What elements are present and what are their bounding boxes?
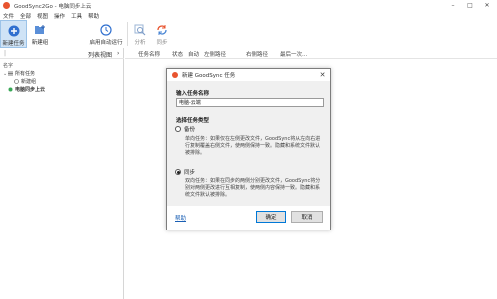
- sync-radio-circle[interactable]: [175, 169, 181, 175]
- analyze-magnifier-icon: [134, 23, 147, 36]
- sync-radio[interactable]: 同步: [175, 168, 195, 176]
- col-last-run[interactable]: 最后一次...: [280, 50, 307, 58]
- menu-help[interactable]: 帮助: [88, 12, 99, 20]
- menu-bar: 文件 全部 视图 操作 工具 帮助: [0, 11, 497, 20]
- sync-arrows-icon: [156, 23, 169, 36]
- tab-divider: |: [4, 50, 7, 57]
- backup-radio[interactable]: 备份: [175, 125, 195, 133]
- backup-radio-label: 备份: [184, 127, 196, 133]
- job-tree-panel: | 列表视图 › 名字 ⌄ 所有任务 新建组 电脑同步上云: [0, 48, 124, 299]
- menu-view[interactable]: 视图: [37, 12, 48, 20]
- sync-button[interactable]: 同步: [152, 20, 172, 48]
- job-type-label: 选择任务类型: [176, 118, 210, 124]
- menu-file[interactable]: 文件: [3, 12, 14, 20]
- sync-description: 双向任务：如果在同步的两侧分别更改文件，GoodSync将分别对两侧更改进行互相…: [185, 178, 321, 198]
- goodsync-logo-icon: [3, 2, 10, 9]
- close-button[interactable]: ✕: [480, 0, 494, 11]
- col-right-path[interactable]: 右侧路径: [246, 50, 268, 58]
- auto-clock-icon: [100, 23, 113, 36]
- toolbar-separator: [127, 22, 128, 46]
- tab-list-view[interactable]: 列表视图: [88, 50, 112, 59]
- job-name-input[interactable]: [176, 98, 324, 107]
- col-job-name[interactable]: 任务名称: [138, 50, 160, 58]
- ok-button[interactable]: 确定: [256, 211, 286, 223]
- help-link[interactable]: 帮助: [175, 214, 186, 222]
- plus-circle-icon: [7, 24, 20, 37]
- window-title: GoodSync2Go - 电脑同步上云: [14, 3, 92, 10]
- toolbar: 新建任务 新建组 启用自动运行 分析 同步: [0, 20, 497, 48]
- sync-radio-label: 同步: [184, 170, 196, 176]
- job-name-label: 输入任务名称: [176, 91, 210, 97]
- dialog-footer: 帮助 确定 取消: [167, 206, 330, 230]
- dialog-title: 新建 GoodSync 任务: [182, 73, 236, 79]
- tree-item-all-jobs[interactable]: ⌄ 所有任务: [3, 70, 35, 78]
- chevron-right-icon[interactable]: ›: [117, 50, 119, 57]
- maximize-button[interactable]: □: [463, 0, 477, 11]
- analyze-button[interactable]: 分析: [130, 20, 150, 48]
- col-status[interactable]: 状态: [172, 50, 183, 58]
- group-circle-icon: [14, 79, 19, 84]
- backup-description: 单向任务：如果仅在左侧更改文件，GoodSync将从左向右进行复制覆盖右侧文件，…: [185, 136, 321, 156]
- column-headers: 任务名称 状态 自动 左侧路径 右侧路径 最后一次...: [125, 48, 497, 59]
- new-group-button[interactable]: 新建组: [28, 20, 52, 48]
- goodsync-logo-icon: [172, 72, 178, 78]
- radio-selected-dot: [176, 170, 180, 174]
- tree-item-current-job[interactable]: 电脑同步上云: [8, 86, 45, 93]
- folder-plus-icon: [34, 23, 47, 36]
- backup-radio-circle[interactable]: [175, 126, 181, 132]
- menu-tools[interactable]: 工具: [71, 12, 82, 20]
- new-job-button[interactable]: 新建任务: [0, 20, 27, 48]
- col-auto[interactable]: 自动: [188, 50, 199, 58]
- dialog-title-bar: 新建 GoodSync 任务 ✕: [167, 69, 330, 81]
- title-bar: GoodSync2Go - 电脑同步上云 – □ ✕: [0, 0, 497, 11]
- tree-header: 名字: [3, 63, 14, 69]
- menu-action[interactable]: 操作: [54, 12, 65, 20]
- tree-item-new-group[interactable]: 新建组: [14, 78, 36, 85]
- minimize-button[interactable]: –: [446, 0, 460, 11]
- enable-auto-button[interactable]: 启用自动运行: [86, 20, 126, 48]
- view-tabs: | 列表视图 ›: [0, 48, 124, 59]
- menu-all[interactable]: 全部: [20, 12, 31, 20]
- new-job-dialog: 新建 GoodSync 任务 ✕ 输入任务名称 选择任务类型 备份 单向任务：如…: [166, 68, 331, 230]
- job-list-icon: [8, 71, 13, 76]
- job-status-dot-icon: [8, 87, 13, 92]
- col-left-path[interactable]: 左侧路径: [204, 50, 226, 58]
- dialog-close-button[interactable]: ✕: [318, 70, 327, 79]
- cancel-button[interactable]: 取消: [291, 211, 323, 223]
